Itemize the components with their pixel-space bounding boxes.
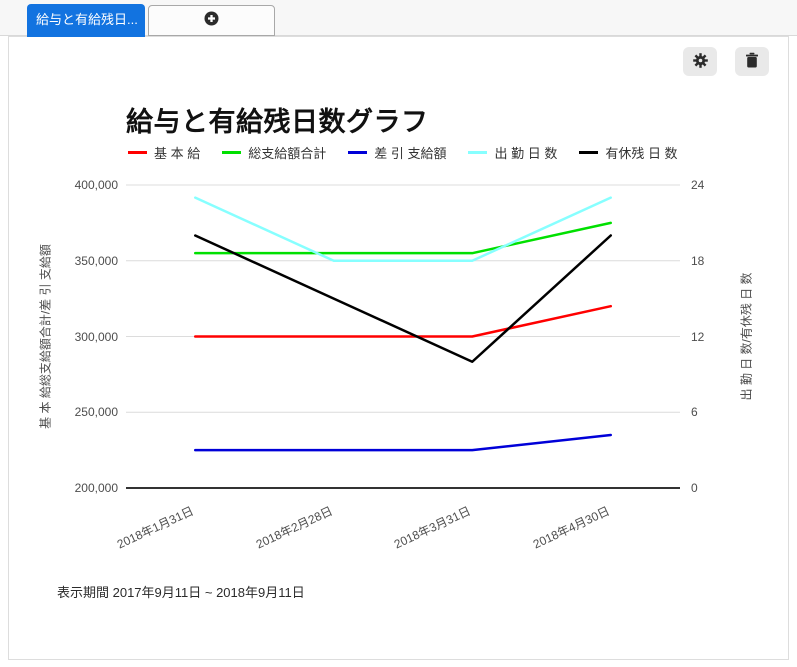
legend-item[interactable]: 差 引 支給額	[348, 143, 446, 162]
chart-title: 給与と有給残日数グラフ	[126, 100, 429, 139]
display-period-text: 表示期間 2017年9月11日 ~ 2018年9月11日	[57, 582, 305, 601]
right-axis-tick-label: 12	[691, 330, 704, 344]
legend-item[interactable]: 総支給額合計	[222, 143, 326, 162]
legend-label: 有休残 日 数	[605, 143, 677, 162]
tab-salary-chart[interactable]: 給与と有給残日...	[27, 4, 145, 37]
legend-label: 総支給額合計	[248, 143, 326, 162]
legend-label: 差 引 支給額	[374, 143, 446, 162]
right-axis-tick-label: 0	[691, 481, 698, 495]
gear-icon	[692, 52, 709, 72]
legend-swatch	[468, 151, 487, 154]
legend-item[interactable]: 基 本 給	[128, 143, 200, 162]
legend-item[interactable]: 有休残 日 数	[579, 143, 677, 162]
settings-button[interactable]	[683, 47, 717, 76]
legend-swatch	[348, 151, 367, 154]
legend-label: 出 勤 日 数	[494, 143, 557, 162]
trash-icon	[744, 52, 760, 72]
left-axis-tick-label: 300,000	[0, 330, 118, 344]
legend-swatch	[128, 151, 147, 154]
left-axis-tick-label: 350,000	[0, 254, 118, 268]
delete-button[interactable]	[735, 47, 769, 76]
right-axis-title: 出 勤 日 数/有休残 日 数	[738, 177, 755, 497]
legend-item[interactable]: 出 勤 日 数	[468, 143, 557, 162]
right-axis-tick-label: 6	[691, 405, 698, 419]
left-axis-tick-label: 250,000	[0, 405, 118, 419]
tab-label: 給与と有給残日...	[36, 12, 138, 27]
left-axis-tick-label: 400,000	[0, 178, 118, 192]
right-axis-tick-label: 18	[691, 254, 704, 268]
left-axis-tick-label: 200,000	[0, 481, 118, 495]
add-tab-button[interactable]	[148, 5, 275, 36]
plus-circle-icon	[204, 11, 219, 31]
legend-swatch	[579, 151, 598, 154]
legend-label: 基 本 給	[154, 143, 200, 162]
right-axis-tick-label: 24	[691, 178, 704, 192]
legend-swatch	[222, 151, 241, 154]
chart-legend: 基 本 給 総支給額合計 差 引 支給額 出 勤 日 数 有休残 日 数	[128, 143, 678, 162]
